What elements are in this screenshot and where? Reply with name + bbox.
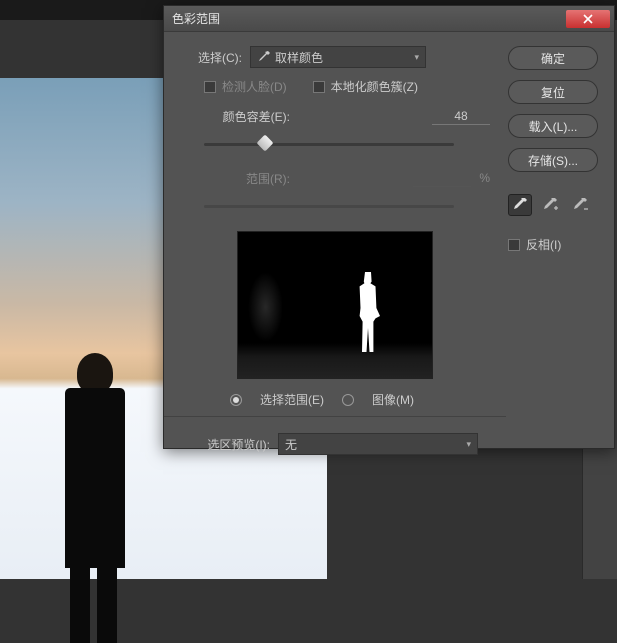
preview-select-dropdown[interactable]: 无 ▾ [278,433,478,455]
eyedropper-tool[interactable] [508,194,532,216]
detect-faces-label: 检测人脸(D) [222,78,287,95]
range-input [413,169,471,187]
invert-checkbox[interactable] [508,239,520,251]
selection-preview[interactable] [237,231,433,379]
chevron-down-icon: ▾ [466,439,471,450]
eyedropper-plus-icon [542,197,558,213]
slider-thumb[interactable] [257,135,274,152]
invert-label: 反相(I) [526,236,561,253]
image-subject [55,353,135,643]
radio-image-label: 图像(M) [372,391,414,408]
divider [164,416,506,417]
localized-label: 本地化颜色簇(Z) [331,78,418,95]
reset-button[interactable]: 复位 [508,80,598,104]
close-button[interactable] [566,10,610,28]
close-icon [583,14,593,24]
localized-checkbox[interactable] [313,81,325,93]
eyedropper-icon [512,197,528,213]
radio-selection-label: 选择范围(E) [260,391,324,408]
dialog-left-panel: 选择(C): 取样颜色 ▾ 检测人脸(D) 本地化颜色簇(Z) 颜色容差(E): [180,46,490,455]
range-unit: % [479,171,490,185]
select-value: 取样颜色 [275,49,323,66]
eyedropper-minus-icon [572,197,588,213]
fuzziness-input[interactable] [432,107,490,125]
fuzziness-label: 颜色容差(E): [180,108,290,125]
fuzziness-slider[interactable] [204,135,454,155]
range-label: 范围(R): [180,170,290,187]
preview-select-label: 选区预览(I): [180,436,270,453]
detect-faces-checkbox [204,81,216,93]
ok-button[interactable]: 确定 [508,46,598,70]
radio-image[interactable] [342,394,354,406]
select-label: 选择(C): [180,49,242,66]
color-range-dialog: 色彩范围 选择(C): 取样颜色 ▾ 检测人脸(D) 本地化颜色簇(Z) [163,5,615,449]
eyedropper-icon [257,50,271,64]
eyedropper-add-tool[interactable] [538,194,562,216]
dialog-title: 色彩范围 [168,10,566,27]
preview-select-value: 无 [285,436,297,453]
load-button[interactable]: 载入(L)... [508,114,598,138]
chevron-down-icon: ▾ [414,52,419,63]
range-slider [204,197,454,217]
dialog-titlebar[interactable]: 色彩范围 [164,6,614,32]
dialog-right-panel: 确定 复位 载入(L)... 存储(S)... 反相(I) [508,46,598,455]
save-button[interactable]: 存储(S)... [508,148,598,172]
radio-selection[interactable] [230,394,242,406]
eyedropper-subtract-tool[interactable] [568,194,592,216]
select-dropdown[interactable]: 取样颜色 ▾ [250,46,426,68]
